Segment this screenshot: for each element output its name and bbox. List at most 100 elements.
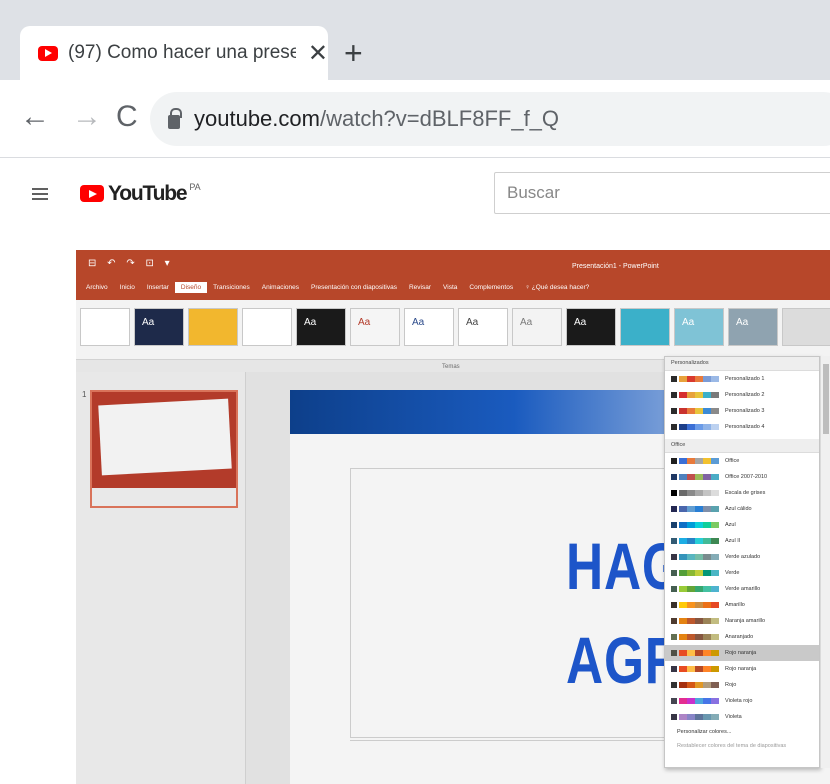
color-variant-item[interactable]: Personalizado 1: [665, 371, 819, 387]
color-variant-label: Personalizado 4: [725, 424, 765, 430]
ribbon-tab[interactable]: Archivo: [80, 282, 114, 293]
ribbon-tab[interactable]: Diseño: [174, 282, 208, 293]
swatch-color: [695, 392, 703, 398]
theme-thumbnail[interactable]: Aa: [728, 308, 778, 346]
swatch-color: [703, 506, 711, 512]
color-variant-item[interactable]: Rojo: [665, 677, 819, 693]
ribbon-tab[interactable]: Inicio: [114, 282, 141, 293]
swatch-color: [687, 714, 695, 720]
theme-thumbnail[interactable]: Aa: [458, 308, 508, 346]
swatch-color: [711, 392, 719, 398]
slide-number: 1: [82, 390, 87, 399]
theme-thumbnail[interactable]: [188, 308, 238, 346]
theme-thumbnail[interactable]: Aa: [404, 308, 454, 346]
color-variant-item[interactable]: Escala de grises: [665, 485, 819, 501]
swatch-color: [671, 506, 677, 512]
scrollbar-thumb[interactable]: [823, 364, 829, 434]
swatch-color: [695, 474, 703, 480]
color-variant-item[interactable]: Verde amarillo: [665, 581, 819, 597]
color-variant-item[interactable]: Anaranjado: [665, 629, 819, 645]
browser-tabstrip: (97) Como hacer una presentació ✕ +: [0, 0, 830, 80]
color-swatch: [671, 666, 719, 672]
url-host: youtube.com: [194, 106, 320, 131]
ribbon-tab[interactable]: Revisar: [403, 282, 437, 293]
theme-thumbnail[interactable]: Aa: [566, 308, 616, 346]
swatch-color: [687, 682, 695, 688]
swatch-color: [703, 618, 711, 624]
forward-arrow-icon[interactable]: →: [72, 102, 102, 132]
color-variant-item[interactable]: Azul: [665, 517, 819, 533]
ribbon-tab[interactable]: Transiciones: [207, 282, 256, 293]
color-variant-item[interactable]: Rojo naranja: [665, 661, 819, 677]
theme-thumbnail[interactable]: Aa: [296, 308, 346, 346]
swatch-color: [679, 506, 687, 512]
color-swatch: [671, 424, 719, 430]
back-arrow-icon[interactable]: ←: [20, 102, 50, 132]
dropdown-scrollbar[interactable]: [820, 356, 830, 768]
swatch-color: [703, 554, 711, 560]
color-variant-item[interactable]: Personalizado 4: [665, 419, 819, 435]
color-variant-label: Azul cálido: [725, 506, 752, 512]
ribbon-tab[interactable]: Presentación con diapositivas: [305, 282, 403, 293]
color-variant-label: Verde amarillo: [725, 586, 761, 592]
swatch-color: [679, 554, 687, 560]
slide-thumbnail[interactable]: [90, 390, 238, 508]
swatch-color: [703, 458, 711, 464]
menu-icon[interactable]: [32, 188, 48, 200]
theme-thumbnail[interactable]: Aa: [350, 308, 400, 346]
close-icon[interactable]: ✕: [308, 39, 328, 68]
color-variant-item[interactable]: Amarillo: [665, 597, 819, 613]
ribbon-tab[interactable]: Vista: [437, 282, 463, 293]
color-variant-item[interactable]: Personalizado 2: [665, 387, 819, 403]
color-variant-item[interactable]: Violeta: [665, 709, 819, 725]
theme-thumbnail[interactable]: [782, 308, 830, 346]
color-swatch: [671, 458, 719, 464]
swatch-color: [703, 602, 711, 608]
swatch-color: [687, 490, 695, 496]
swatch-color: [695, 602, 703, 608]
color-variant-item[interactable]: Office 2007-2010: [665, 469, 819, 485]
color-variant-item[interactable]: Violeta rojo: [665, 693, 819, 709]
swatch-color: [671, 424, 677, 430]
color-variant-label: Rojo: [725, 682, 737, 688]
ribbon-tab[interactable]: Animaciones: [256, 282, 305, 293]
youtube-logo[interactable]: YouTube PA: [80, 182, 201, 206]
swatch-color: [711, 474, 719, 480]
color-variant-item[interactable]: Verde azulado: [665, 549, 819, 565]
color-variant-item[interactable]: Rojo naranja: [665, 645, 819, 661]
theme-thumbnail[interactable]: [242, 308, 292, 346]
swatch-color: [687, 408, 695, 414]
customize-colors-item[interactable]: Personalizar colores...: [665, 725, 819, 739]
swatch-color: [711, 424, 719, 430]
swatch-color: [711, 682, 719, 688]
theme-thumbnail[interactable]: Aa: [674, 308, 724, 346]
color-variant-item[interactable]: Verde: [665, 565, 819, 581]
search-input[interactable]: Buscar: [494, 172, 830, 214]
swatch-color: [711, 408, 719, 414]
ribbon-tab[interactable]: Complementos: [463, 282, 519, 293]
theme-thumbnail[interactable]: Aa: [512, 308, 562, 346]
swatch-color: [687, 522, 695, 528]
new-tab-button[interactable]: +: [344, 37, 363, 69]
color-variant-item[interactable]: Personalizado 3: [665, 403, 819, 419]
theme-thumbnail[interactable]: Aa: [134, 308, 184, 346]
ribbon-tab[interactable]: Insertar: [141, 282, 175, 293]
theme-thumbnail[interactable]: [80, 308, 130, 346]
browser-tab[interactable]: (97) Como hacer una presentació ✕: [20, 26, 328, 80]
theme-thumbnail[interactable]: [620, 308, 670, 346]
ribbon-tab[interactable]: ♀ ¿Qué desea hacer?: [519, 282, 595, 293]
swatch-color: [695, 650, 703, 656]
swatch-color: [711, 554, 719, 560]
color-variant-item[interactable]: Azul II: [665, 533, 819, 549]
color-variant-item[interactable]: Naranja amarillo: [665, 613, 819, 629]
color-variant-item[interactable]: Office: [665, 453, 819, 469]
url-bar[interactable]: youtube.com/watch?v=dBLF8FF_f_Q: [150, 92, 830, 146]
reload-icon[interactable]: C: [116, 102, 138, 132]
office-colors-list: Office Office 2007-2010 Escala de grises Az…: [665, 453, 819, 725]
color-variant-item[interactable]: Azul cálido: [665, 501, 819, 517]
color-swatch: [671, 506, 719, 512]
color-variant-label: Rojo naranja: [725, 666, 757, 672]
swatch-color: [711, 698, 719, 704]
color-swatch: [671, 554, 719, 560]
color-swatch: [671, 698, 719, 704]
